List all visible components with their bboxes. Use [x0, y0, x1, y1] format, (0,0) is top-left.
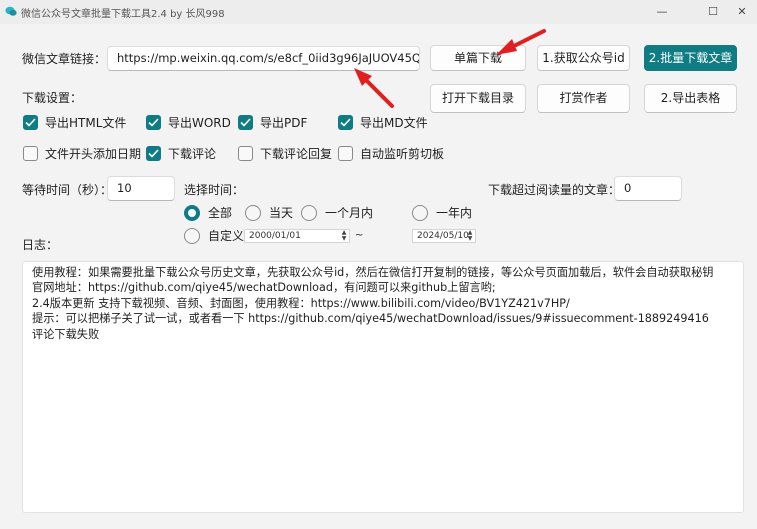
arrow-to-single-download-icon [496, 29, 546, 55]
arrow-to-url-input-icon [354, 68, 394, 108]
annotation-arrows [354, 29, 546, 108]
app-window: 微信公众号文章批量下载工具2.4 by 长风998 — ☐ ✕ 微信文章链接： … [0, 0, 757, 529]
